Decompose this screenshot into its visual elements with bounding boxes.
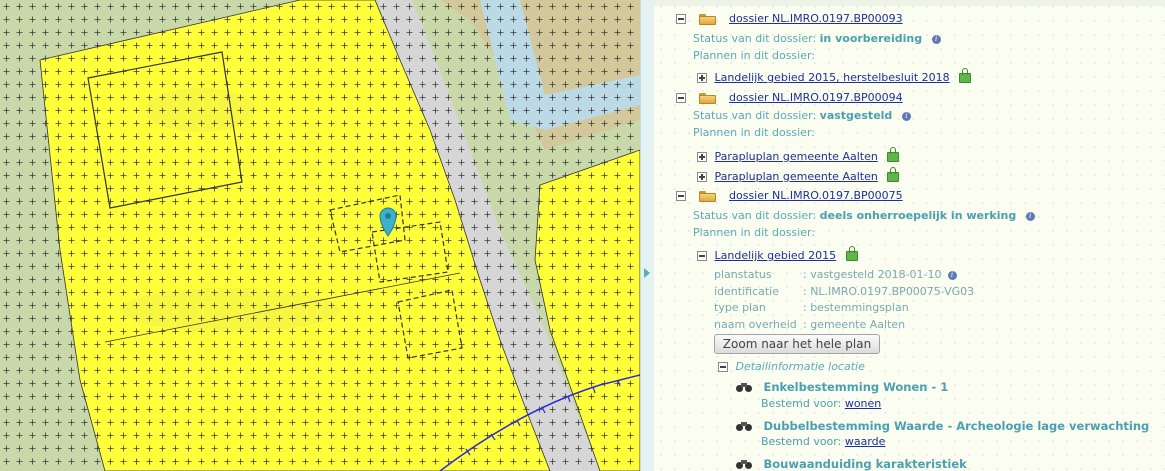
field-key: type plan xyxy=(714,301,766,314)
status-value: in voorbereiding xyxy=(819,32,923,45)
plans-label: Plannen in dit dossier: xyxy=(693,126,816,139)
plan-item[interactable]: Parapluplan gemeente Aalten xyxy=(697,167,900,184)
field-value: : NL.IMRO.0197.BP00075-VG03 xyxy=(803,285,975,298)
info-icon[interactable]: i xyxy=(1025,211,1035,221)
folder-icon xyxy=(698,92,716,104)
collapse-arrow-icon[interactable] xyxy=(644,268,650,278)
plus-toggle-icon[interactable] xyxy=(697,152,707,162)
detail-item[interactable]: Enkelbestemming Wonen - 1 xyxy=(736,380,948,395)
plans-label: Plannen in dit dossier: xyxy=(693,49,816,62)
info-icon[interactable]: i xyxy=(931,34,941,44)
plan-item[interactable]: Landelijk gebied 2015 xyxy=(697,246,858,263)
zoom-to-plan-button[interactable]: Zoom naar het hele plan xyxy=(714,334,880,354)
field-key: planstatus xyxy=(714,268,772,281)
minus-toggle-icon[interactable] xyxy=(676,14,686,24)
detail-sub: Bestemd voor: waarde xyxy=(761,435,885,449)
status-label: Status van dit dossier: xyxy=(693,209,817,222)
field-key: identificatie xyxy=(714,285,780,298)
folder-icon xyxy=(698,13,716,25)
plan-link[interactable]: Parapluplan gemeente Aalten xyxy=(715,170,878,183)
dossier-link[interactable]: dossier NL.IMRO.0197.BP00075 xyxy=(729,189,903,202)
status-label: Status van dit dossier: xyxy=(693,32,817,45)
lock-icon xyxy=(959,68,972,83)
detail-sub-label: Bestemd voor: xyxy=(761,435,842,448)
plan-field: naam overheid : gemeente Aalten xyxy=(714,318,905,332)
field-key: naam overheid xyxy=(714,318,797,331)
status-value: vastgesteld xyxy=(819,109,893,122)
dossier-link[interactable]: dossier NL.IMRO.0197.BP00094 xyxy=(729,91,903,104)
lock-icon xyxy=(845,246,858,261)
panel-top-band xyxy=(654,0,1165,6)
minus-toggle-icon[interactable] xyxy=(676,191,686,201)
minus-toggle-icon[interactable] xyxy=(676,93,686,103)
binoculars-icon[interactable] xyxy=(736,421,754,433)
dossier-status: Status van dit dossier: deels onherroepe… xyxy=(693,209,1035,223)
field-value: : bestemmingsplan xyxy=(803,301,909,314)
detail-label: Detailinformatie locatie xyxy=(735,360,865,373)
status-value: deels onherroepelijk in werking xyxy=(819,209,1017,222)
dossier-header[interactable]: dossier NL.IMRO.0197.BP00075 xyxy=(676,189,903,203)
detail-title: Bouwaanduiding karakteristiek xyxy=(763,457,967,471)
plan-field: type plan : bestemmingsplan xyxy=(714,301,909,315)
detail-item[interactable]: Bouwaanduiding karakteristiek xyxy=(736,457,967,471)
binoculars-icon[interactable] xyxy=(736,382,754,394)
dossier-status: Status van dit dossier: vastgesteld i xyxy=(693,109,911,123)
plan-link[interactable]: Landelijk gebied 2015, herstelbesluit 20… xyxy=(715,71,950,84)
detail-sub: Bestemd voor: wonen xyxy=(761,397,881,411)
plan-item[interactable]: Landelijk gebied 2015, herstelbesluit 20… xyxy=(697,68,972,85)
plans-label: Plannen in dit dossier: xyxy=(693,226,816,239)
plan-item[interactable]: Parapluplan gemeente Aalten xyxy=(697,147,900,164)
field-value: : vastgesteld 2018-01-10 xyxy=(803,268,942,281)
status-label: Status van dit dossier: xyxy=(693,109,817,122)
detail-section-header[interactable]: Detailinformatie locatie xyxy=(718,360,865,374)
dossier-status: Status van dit dossier: in voorbereiding… xyxy=(693,32,941,46)
plus-toggle-icon[interactable] xyxy=(697,73,707,83)
detail-sub-label: Bestemd voor: xyxy=(761,397,842,410)
detail-title: Dubbelbestemming Waarde - Archeologie la… xyxy=(763,419,1150,433)
detail-title: Enkelbestemming Wonen - 1 xyxy=(763,380,949,394)
binoculars-icon[interactable] xyxy=(736,459,754,471)
lock-icon xyxy=(887,147,900,162)
plan-field: identificatie : NL.IMRO.0197.BP00075-VG03 xyxy=(714,285,974,299)
dossier-link[interactable]: dossier NL.IMRO.0197.BP00093 xyxy=(729,12,903,25)
plan-link[interactable]: Parapluplan gemeente Aalten xyxy=(715,150,878,163)
detail-item[interactable]: Dubbelbestemming Waarde - Archeologie la… xyxy=(736,419,1149,434)
lock-icon xyxy=(887,167,900,182)
info-icon[interactable]: i xyxy=(901,111,911,121)
info-icon[interactable]: i xyxy=(947,270,957,280)
dossier-header[interactable]: dossier NL.IMRO.0197.BP00094 xyxy=(676,91,903,105)
map-grid-symbols xyxy=(0,0,640,471)
folder-icon xyxy=(698,190,716,202)
zoning-map[interactable] xyxy=(0,0,640,471)
detail-sub-link[interactable]: waarde xyxy=(845,435,886,448)
dossier-header[interactable]: dossier NL.IMRO.0197.BP00093 xyxy=(676,12,903,26)
minus-toggle-icon[interactable] xyxy=(718,362,728,372)
plan-link[interactable]: Landelijk gebied 2015 xyxy=(715,249,837,262)
minus-toggle-icon[interactable] xyxy=(697,251,707,261)
plan-field: planstatus : vastgesteld 2018-01-10 i xyxy=(714,268,957,282)
detail-sub-link[interactable]: wonen xyxy=(845,397,881,410)
plus-toggle-icon[interactable] xyxy=(697,172,707,182)
info-panel: dossier NL.IMRO.0197.BP00093 Status van … xyxy=(654,0,1165,471)
map-view[interactable] xyxy=(0,0,640,471)
panel-splitter[interactable] xyxy=(640,0,654,471)
field-value: : gemeente Aalten xyxy=(803,318,906,331)
